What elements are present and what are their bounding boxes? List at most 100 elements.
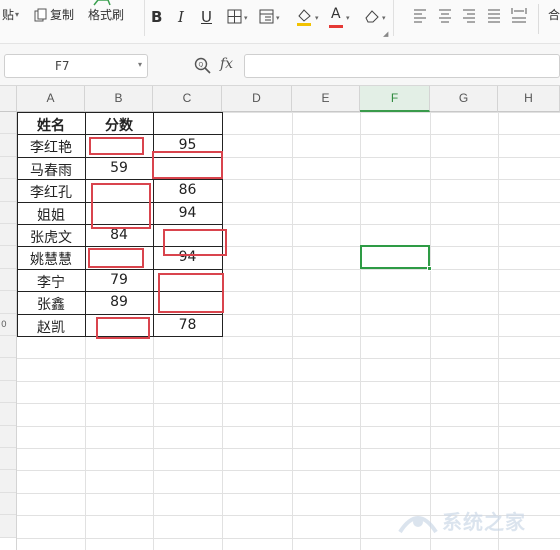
grid-hline [17,358,560,359]
grid-corner[interactable] [0,86,17,112]
border-icon[interactable] [227,9,243,25]
name-cell[interactable]: 李红艳 [17,137,85,157]
name-box[interactable]: F7 ▾ [4,54,148,78]
name-box-dropdown-icon[interactable]: ▾ [138,60,142,69]
row-header[interactable] [0,224,17,246]
align-top-icon[interactable] [412,8,428,24]
row-header[interactable] [0,179,17,202]
row-header[interactable] [0,426,17,448]
copy-button[interactable]: 复制 [34,6,74,23]
zoom-search-icon[interactable]: Q [194,57,212,75]
formula-input[interactable] [244,54,560,78]
row-header[interactable] [0,269,17,291]
border-dropdown-icon[interactable]: ▾ [244,14,248,22]
name-cell[interactable]: 李红孔 [17,182,85,202]
svg-text:Q: Q [199,62,204,69]
insert-function-button[interactable]: fx [220,56,233,72]
format-painter-icon [93,0,111,6]
watermark-logo-icon [398,516,438,534]
column-header-b[interactable]: B [85,86,153,112]
row-header[interactable] [0,381,17,403]
column-header-a[interactable]: A [17,86,85,112]
row-header[interactable] [0,246,17,269]
row-header[interactable] [0,202,17,224]
bold-button[interactable]: B [151,8,162,26]
merge-cells-icon[interactable] [259,9,275,25]
name-cell[interactable]: 姐姐 [17,205,85,225]
name-cell[interactable]: 赵凯 [17,317,85,337]
fill-color-dropdown-icon[interactable]: ▾ [315,14,319,22]
highlight-box [163,229,227,256]
fill-color-icon[interactable] [295,7,313,27]
score-c-cell[interactable]: 78 [153,317,222,333]
header-score-cell[interactable]: 分数 [85,115,153,135]
row-header[interactable] [0,470,17,493]
align-middle-icon[interactable] [437,8,453,24]
format-painter-button[interactable]: 格式刷 [88,6,124,23]
score-b-cell[interactable]: 59 [85,160,153,176]
grid-vline [360,112,361,550]
column-header-g[interactable]: G [430,86,498,112]
row-header[interactable] [0,157,17,179]
font-color-button[interactable]: A [331,6,341,22]
column-header-e[interactable]: E [292,86,360,112]
italic-button[interactable]: I [178,8,184,26]
grid-vline [292,112,293,550]
font-group-expand-icon[interactable]: ◢ [383,30,388,38]
table-border-h [17,314,222,315]
distribute-icon[interactable] [510,6,528,26]
column-header-h[interactable]: H [498,86,560,112]
name-cell[interactable]: 马春雨 [17,160,85,180]
header-name-cell[interactable]: 姓名 [17,115,85,135]
highlight-box [152,151,223,179]
highlight-box [96,317,150,339]
row-header[interactable] [0,112,17,134]
format-painter-label: 格式刷 [88,8,125,22]
fill-handle[interactable] [427,266,432,271]
grid-hline [17,381,560,382]
score-c-cell[interactable]: 86 [153,182,222,198]
grid-hline [17,403,560,404]
highlight-box [89,137,144,155]
paste-label: 贴 [2,8,15,22]
column-header-d[interactable]: D [222,86,292,112]
name-cell[interactable]: 李宁 [17,272,85,292]
row-header[interactable] [0,515,17,538]
name-cell[interactable]: 张鑫 [17,294,85,314]
justify-icon[interactable] [486,8,502,24]
grid-vline [498,112,499,550]
name-cell[interactable]: 张虎文 [17,227,85,247]
table-border-h [17,269,222,270]
merge-dropdown-icon[interactable]: ▾ [276,14,280,22]
highlight-box [88,248,144,268]
paste-button[interactable]: 贴 ▾ [2,6,19,23]
paste-dropdown-icon[interactable]: ▾ [15,10,19,19]
row-header[interactable] [0,134,17,157]
column-header-f[interactable]: F [360,86,430,112]
row-header[interactable] [0,403,17,426]
row-header[interactable] [0,448,17,470]
active-cell[interactable] [360,245,432,271]
score-c-cell[interactable]: 94 [153,205,222,221]
font-group: B I U ▾ ▾ ▾ A ▾ ▾ ◢ [144,0,394,38]
eraser-dropdown-icon[interactable]: ▾ [382,14,386,22]
score-b-cell[interactable]: 84 [85,227,153,243]
row-header[interactable] [0,358,17,381]
row-header[interactable] [0,493,17,515]
score-b-cell[interactable]: 89 [85,294,153,310]
eraser-icon[interactable] [363,8,381,24]
column-header-c[interactable]: C [153,86,222,112]
row-header[interactable] [0,336,17,358]
align-bottom-icon[interactable] [461,8,477,24]
score-b-cell[interactable]: 79 [85,272,153,288]
copy-icon [34,8,47,21]
name-cell[interactable]: 姚慧慧 [17,249,85,269]
row-header[interactable] [0,291,17,314]
font-color-dropdown-icon[interactable]: ▾ [346,14,350,22]
copy-label: 复制 [50,8,75,22]
merge-center-button[interactable]: 合 [548,6,560,23]
underline-button[interactable]: U [201,8,212,26]
watermark: 系统之家 [396,500,558,540]
highlight-box [91,183,151,229]
row-header[interactable]: 0 [0,314,17,336]
